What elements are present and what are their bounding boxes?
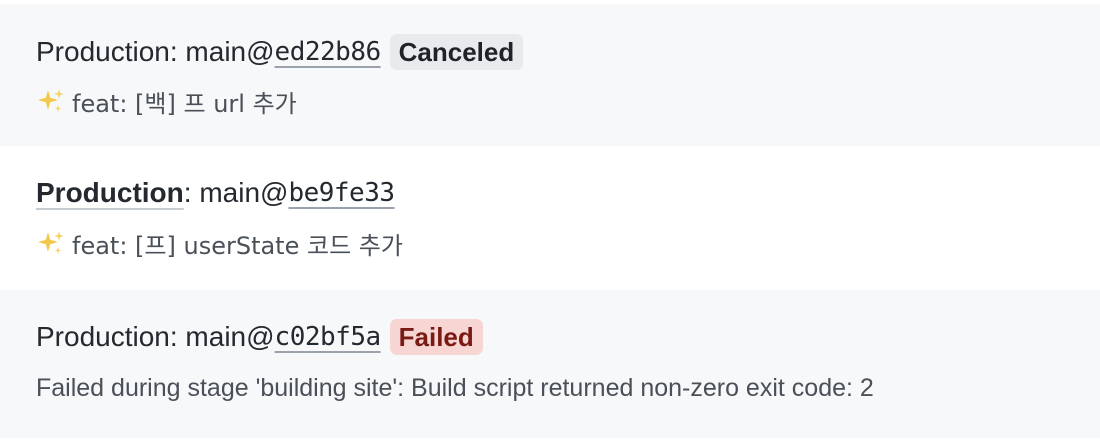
status-badge-canceled: Canceled: [389, 34, 524, 70]
branch-label: : main@: [169, 36, 275, 67]
branch-label: : main@: [183, 177, 289, 208]
error-message: Failed during stage 'building site': Bui…: [36, 371, 874, 405]
environment-label: Production: [36, 321, 170, 352]
sparkles-icon: [38, 89, 64, 112]
deploy-title: Production: main@ be9fe33: [36, 173, 395, 213]
deploy-title: Production: main@ ed22b86 Canceled: [36, 32, 524, 72]
status-badge-failed: Failed: [389, 319, 483, 355]
deploy-title: Production: main@ c02bf5a Failed: [36, 317, 483, 357]
deploy-row[interactable]: Production: main@ ed22b86 Canceled feat: […: [0, 4, 1100, 146]
commit-link[interactable]: c02bf5a: [275, 317, 382, 357]
environment-label: Production: [36, 36, 170, 67]
commit-link[interactable]: be9fe33: [288, 173, 395, 213]
commit-message-text: feat: [백] 프 url 추가: [72, 89, 297, 118]
deploy-list: Production: main@ ed22b86 Canceled feat: […: [0, 0, 1100, 442]
commit-message: feat: [프] userState 코드 추가: [36, 226, 403, 260]
environment-link[interactable]: Production: [36, 173, 184, 213]
commit-message-text: feat: [프] userState 코드 추가: [72, 231, 403, 260]
branch-label: : main@: [169, 321, 275, 352]
commit-message: feat: [백] 프 url 추가: [36, 84, 297, 118]
deploy-row[interactable]: Production: main@ c02bf5a Failed Failed du…: [0, 290, 1100, 438]
commit-link[interactable]: ed22b86: [275, 32, 382, 72]
deploy-row[interactable]: Production: main@ be9fe33 feat: [프] userS…: [0, 146, 1100, 290]
error-message-text: Failed during stage 'building site': Bui…: [36, 373, 874, 402]
sparkles-icon: [38, 231, 64, 254]
